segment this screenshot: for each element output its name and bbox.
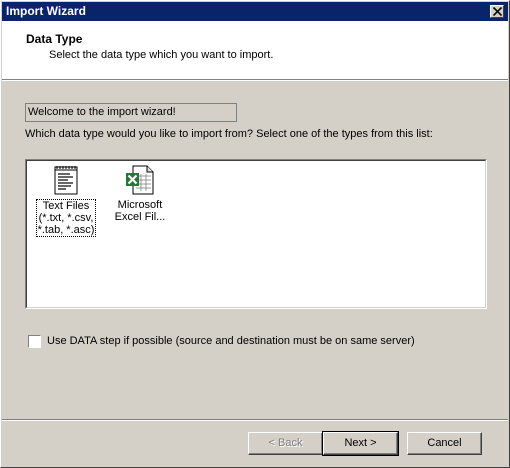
back-button[interactable]: < Back	[248, 432, 323, 455]
page-subtitle: Select the data type which you want to i…	[49, 49, 274, 61]
data-type-list[interactable]: Text Files (*.txt, *.csv, *.tab, *.asc)	[25, 159, 487, 309]
footer-divider	[2, 419, 508, 421]
close-button[interactable]	[490, 5, 504, 18]
close-icon	[493, 7, 502, 16]
next-button-label: Next >	[344, 437, 377, 449]
title-bar[interactable]: Import Wizard	[2, 2, 508, 21]
header-divider	[2, 79, 508, 81]
list-item-label: Microsoft Excel Fil...	[114, 199, 166, 223]
window-title: Import Wizard	[6, 4, 86, 18]
welcome-message: Welcome to the import wizard!	[25, 103, 237, 122]
back-button-label: < Back	[268, 437, 303, 449]
cancel-button[interactable]: Cancel	[407, 432, 482, 455]
list-item-text-files[interactable]: Text Files (*.txt, *.csv, *.tab, *.asc)	[33, 164, 99, 237]
cancel-button-label: Cancel	[427, 437, 462, 449]
next-button[interactable]: Next >	[322, 431, 399, 456]
list-item-excel[interactable]: Microsoft Excel Fil...	[107, 164, 173, 223]
data-step-checkbox[interactable]	[28, 335, 41, 348]
wizard-header: Data Type Select the data type which you…	[2, 21, 508, 79]
list-item-label: Text Files (*.txt, *.csv, *.tab, *.asc)	[35, 199, 97, 237]
import-wizard-window: Import Wizard Data Type Select the data …	[0, 0, 510, 468]
text-file-icon	[54, 166, 78, 195]
data-type-question: Which data type would you like to import…	[25, 128, 433, 140]
data-step-checkbox-label[interactable]: Use DATA step if possible (source and de…	[47, 334, 415, 348]
page-title: Data Type	[26, 32, 83, 46]
excel-file-icon	[126, 165, 154, 195]
